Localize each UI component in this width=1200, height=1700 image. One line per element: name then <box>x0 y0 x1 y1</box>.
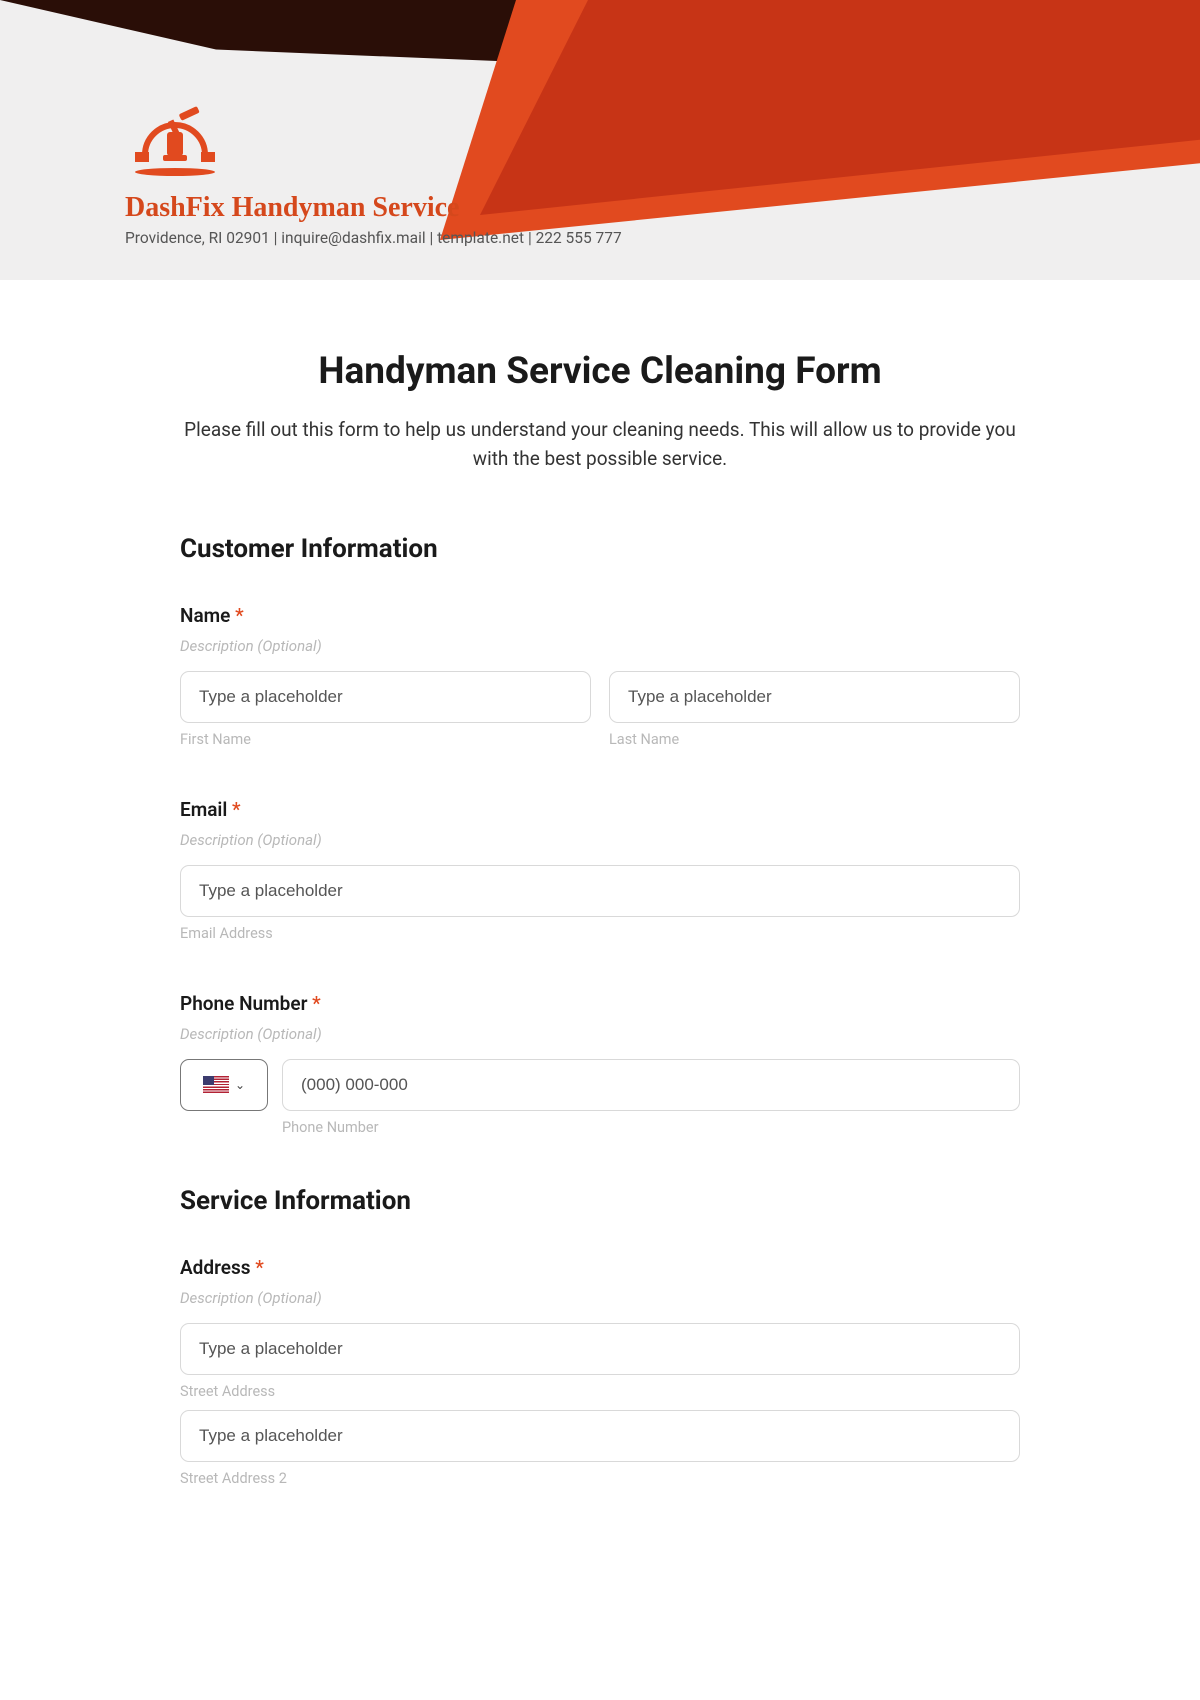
first-name-sublabel: First Name <box>180 731 591 748</box>
name-label: Name * <box>180 604 1020 627</box>
first-name-input[interactable] <box>180 671 591 723</box>
chevron-down-icon: ⌄ <box>235 1078 245 1092</box>
phone-description: Description (Optional) <box>180 1025 1020 1043</box>
street-address-input[interactable] <box>180 1323 1020 1375</box>
company-logo-icon <box>125 100 225 180</box>
field-phone: Phone Number * Description (Optional) ⌄ … <box>180 992 1020 1136</box>
field-email: Email * Description (Optional) Email Add… <box>180 798 1020 942</box>
required-marker: * <box>312 992 321 1015</box>
last-name-sublabel: Last Name <box>609 731 1020 748</box>
last-name-input[interactable] <box>609 671 1020 723</box>
email-label: Email * <box>180 798 1020 821</box>
section-service-title: Service Information <box>180 1186 1020 1216</box>
address-label: Address * <box>180 1256 1020 1279</box>
street-address-2-input[interactable] <box>180 1410 1020 1462</box>
section-customer-title: Customer Information <box>180 534 1020 564</box>
header-content: DashFix Handyman Service Providence, RI … <box>125 100 622 247</box>
company-name: DashFix Handyman Service <box>125 192 622 224</box>
phone-label: Phone Number * <box>180 992 1020 1015</box>
form-container: Handyman Service Cleaning Form Please fi… <box>150 350 1050 1487</box>
email-sublabel: Email Address <box>180 925 1020 942</box>
phone-sublabel: Phone Number <box>282 1119 1020 1136</box>
phone-input[interactable] <box>282 1059 1020 1111</box>
form-title: Handyman Service Cleaning Form <box>180 350 1020 393</box>
email-input[interactable] <box>180 865 1020 917</box>
field-address: Address * Description (Optional) Street … <box>180 1256 1020 1487</box>
address-description: Description (Optional) <box>180 1289 1020 1307</box>
field-name: Name * Description (Optional) First Name… <box>180 604 1020 748</box>
form-subtitle: Please fill out this form to help us und… <box>180 415 1020 474</box>
email-description: Description (Optional) <box>180 831 1020 849</box>
street-address-sublabel: Street Address <box>180 1383 1020 1400</box>
required-marker: * <box>255 1256 264 1279</box>
company-info: Providence, RI 02901 | inquire@dashfix.m… <box>125 229 622 247</box>
name-description: Description (Optional) <box>180 637 1020 655</box>
us-flag-icon <box>203 1076 229 1093</box>
country-code-select[interactable]: ⌄ <box>180 1059 268 1111</box>
required-marker: * <box>232 798 241 821</box>
street-address-2-sublabel: Street Address 2 <box>180 1470 1020 1487</box>
header-banner: DashFix Handyman Service Providence, RI … <box>0 0 1200 280</box>
required-marker: * <box>235 604 244 627</box>
